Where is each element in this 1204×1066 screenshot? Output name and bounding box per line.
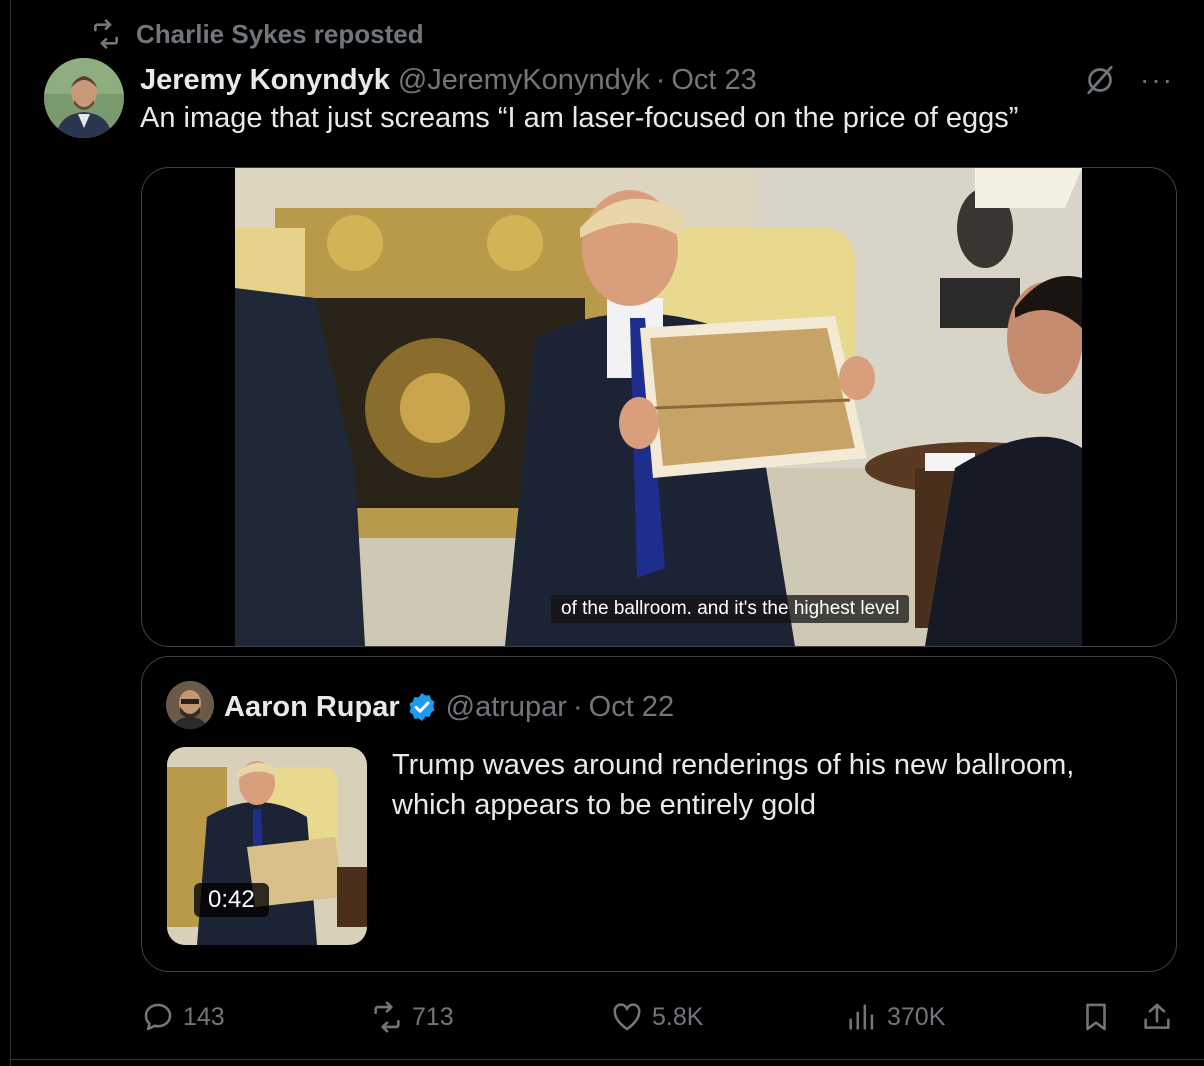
like-count: 5.8K: [652, 1002, 704, 1031]
action-bar: 143 713 5.8K 370K: [0, 994, 1204, 1040]
tweet-date[interactable]: Oct 23: [671, 64, 756, 97]
tweet-text: An image that just screams “I am laser-f…: [140, 102, 1019, 134]
repost-button[interactable]: 713: [370, 994, 454, 1040]
separator: ·: [572, 690, 583, 723]
bookmark-icon: [1086, 1003, 1106, 1031]
video-caption: of the ballroom. and it's the highest le…: [551, 595, 910, 623]
reply-count: 143: [183, 1002, 225, 1031]
grok-icon[interactable]: [1082, 62, 1118, 98]
video-duration: 0:42: [194, 883, 269, 917]
views-icon: [849, 1004, 874, 1030]
verified-badge-icon: [409, 693, 435, 721]
avatar-image: [44, 58, 124, 138]
column-border: [10, 0, 11, 1066]
reply-icon: [144, 1003, 172, 1031]
quote-author-handle[interactable]: @atrupar: [446, 691, 567, 724]
tweet-media[interactable]: of the ballroom. and it's the highest le…: [141, 167, 1177, 647]
quote-avatar-image: [166, 681, 214, 729]
repost-icon: [374, 1001, 400, 1033]
repost-count: 713: [412, 1002, 454, 1031]
quote-date[interactable]: Oct 22: [589, 691, 674, 724]
quote-video-thumbnail[interactable]: 0:42: [167, 747, 367, 945]
like-icon: [613, 1003, 641, 1031]
reply-button[interactable]: 143: [141, 994, 225, 1040]
avatar[interactable]: [44, 58, 124, 138]
separator: ·: [655, 63, 666, 96]
share-button[interactable]: [1140, 994, 1174, 1040]
bookmark-button[interactable]: [1079, 994, 1113, 1040]
repost-icon: [94, 19, 118, 49]
video-frame: of the ballroom. and it's the highest le…: [235, 168, 1082, 646]
quote-header: Aaron Rupar @atrupar · Oct 22: [224, 685, 674, 729]
views-button[interactable]: 370K: [845, 994, 945, 1040]
views-count: 370K: [887, 1002, 946, 1031]
author-name[interactable]: Jeremy Konyndyk: [140, 64, 390, 97]
tweet-divider: [10, 1059, 1204, 1060]
tweet-header: Jeremy Konyndyk @JeremyKonyndyk · Oct 23…: [140, 58, 1174, 102]
quoted-tweet[interactable]: Aaron Rupar @atrupar · Oct 22 0:42 Trump…: [141, 656, 1177, 972]
author-handle[interactable]: @JeremyKonyndyk: [398, 64, 650, 97]
repost-label: Charlie Sykes reposted: [136, 18, 424, 49]
video-still: [235, 168, 1082, 646]
quote-text: Trump waves around renderings of his new…: [392, 749, 1075, 821]
repost-banner[interactable]: Charlie Sykes reposted: [90, 18, 424, 50]
quote-avatar[interactable]: [166, 681, 214, 729]
more-icon[interactable]: ···: [1140, 64, 1174, 96]
share-icon: [1144, 1003, 1170, 1029]
quote-author-name[interactable]: Aaron Rupar: [224, 691, 400, 724]
like-button[interactable]: 5.8K: [610, 994, 703, 1040]
